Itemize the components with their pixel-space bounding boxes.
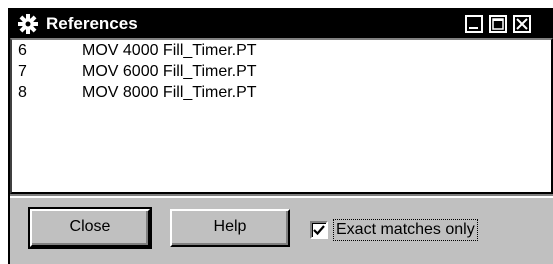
close-window-button[interactable] [513, 15, 531, 33]
minimize-icon [469, 27, 478, 29]
divider [10, 196, 553, 198]
references-list[interactable]: 6 MOV 4000 Fill_Timer.PT 7 MOV 6000 Fill_T… [10, 38, 553, 194]
list-item[interactable]: 6 MOV 4000 Fill_Timer.PT [18, 40, 257, 62]
title-bar[interactable]: References [10, 10, 553, 38]
reference-text: MOV 4000 Fill_Timer.PT [82, 42, 257, 59]
checkbox-box[interactable] [310, 221, 328, 239]
maximize-button[interactable] [489, 15, 507, 33]
window-title: References [46, 14, 138, 33]
minimize-button[interactable] [465, 15, 483, 33]
list-item[interactable]: 8 MOV 8000 Fill_Timer.PT [18, 82, 257, 104]
checkmark-icon [313, 225, 325, 236]
close-icon [516, 18, 528, 30]
reference-text: MOV 8000 Fill_Timer.PT [82, 84, 257, 101]
reference-text: MOV 6000 Fill_Timer.PT [82, 63, 257, 80]
close-button-label: Close [69, 218, 111, 235]
close-button[interactable]: Close [28, 207, 152, 249]
line-number: 8 [18, 84, 27, 101]
line-number: 6 [18, 42, 27, 59]
exact-matches-label: Exact matches only [333, 219, 478, 241]
list-item[interactable]: 7 MOV 6000 Fill_Timer.PT [18, 61, 257, 83]
exact-matches-checkbox[interactable]: Exact matches only [310, 218, 478, 242]
references-window: References 6 MOV 4000 Fill_Timer.PT 7 MOV … [8, 8, 553, 264]
maximize-icon [492, 18, 504, 30]
line-number: 7 [18, 63, 27, 80]
gear-icon[interactable] [17, 13, 39, 35]
help-button-label: Help [213, 218, 247, 235]
help-button[interactable]: Help [170, 209, 290, 247]
